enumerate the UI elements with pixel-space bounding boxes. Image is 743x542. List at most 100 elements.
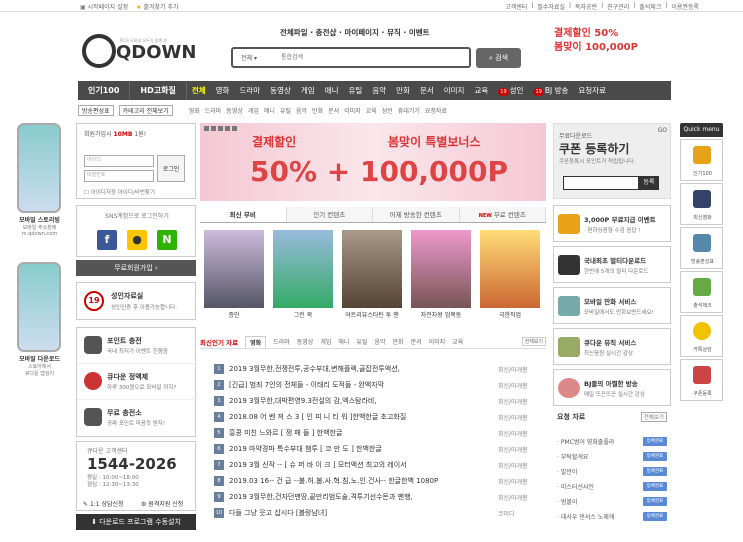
- id-field[interactable]: 아이디: [84, 155, 154, 167]
- search-button[interactable]: ⌕ 검색: [476, 48, 521, 68]
- request-item[interactable]: · 미스터선샤인 등록완료: [557, 479, 667, 493]
- quick-latest-movie[interactable]: 최신영화: [680, 183, 723, 225]
- list-item[interactable]: 6 2019 마약경파 특수부대 챔투 [ 코 만 도 ] 한백한글 최신/미개봉: [200, 441, 546, 457]
- coupon-go-button[interactable]: GO: [658, 127, 667, 134]
- nav-top100[interactable]: 인기100: [78, 85, 129, 96]
- subnav-item[interactable]: 동영상: [226, 106, 243, 115]
- nav-doc[interactable]: 문서: [415, 85, 439, 96]
- tab-popular[interactable]: 인기 컨텐츠: [286, 207, 373, 222]
- naver-icon[interactable]: N: [157, 230, 177, 250]
- slider-dots[interactable]: [204, 126, 237, 131]
- poster-item[interactable]: 자전차왕 엄복동: [411, 230, 471, 319]
- request-item[interactable]: · 범볼이 등록완료: [557, 494, 667, 508]
- reader-link[interactable]: 독자공란: [575, 2, 597, 11]
- nav-movie[interactable]: 영화: [211, 85, 235, 96]
- site-logo[interactable]: PC와 모바일 모두가 함께 큐 QDOWN: [82, 34, 196, 70]
- mobile-story-ad[interactable]: 모바일 스토리빙 모바일 주소창에 m.qdown.com: [12, 123, 67, 237]
- attendance-link[interactable]: 출석체크: [639, 2, 661, 11]
- subnav-item[interactable]: 유틸: [280, 106, 291, 115]
- list-item[interactable]: 10 다들 그냥 웃고 삽시다 [볼랑남녀] 코미디: [200, 505, 546, 521]
- promo-item[interactable]: 큐다운 뮤직 서비스 최신음원 실시간 감상: [553, 328, 671, 365]
- subnav-item[interactable]: 문서: [328, 106, 339, 115]
- customer-center-link[interactable]: 고객센터: [505, 2, 527, 11]
- nav-anime[interactable]: 애니: [320, 85, 344, 96]
- nav-request[interactable]: 요청자료: [573, 85, 611, 96]
- all-categories-button[interactable]: 카테고리 전체보기: [118, 104, 173, 116]
- promo-item[interactable]: 모바일 만화 서비스 모바일에서도 만화보면드세요!: [553, 287, 671, 324]
- promo-item[interactable]: 국내최초 멀티다운로드 한번에 5개의 멀티 다운로드: [553, 246, 671, 283]
- download-program-button[interactable]: ⬇ 다운로드 프로그램 수동설치: [76, 514, 196, 530]
- start-page-link[interactable]: ▣ 시작페이지 설정: [80, 2, 128, 11]
- search-category-select[interactable]: 전체 ▾: [233, 53, 273, 62]
- free-charge-link[interactable]: 무료 충전소 공짜 포인트 마음껏 받자!: [77, 400, 197, 436]
- nav-adult[interactable]: 19 성인: [493, 85, 528, 96]
- subnav-item[interactable]: 요청자료: [425, 106, 447, 115]
- join-button[interactable]: 무료회원가입 ›: [76, 260, 196, 276]
- nav-video[interactable]: 동영상: [265, 85, 296, 96]
- poster-item[interactable]: 그린 북: [273, 230, 333, 319]
- subnav-item[interactable]: 성인: [382, 106, 393, 115]
- coupon-input[interactable]: [563, 176, 639, 190]
- subnav-item[interactable]: 음악: [296, 106, 307, 115]
- point-charge-link[interactable]: 포인트 충전 국내 최저가 이벤트 진행중: [77, 328, 197, 364]
- request-item[interactable]: · 데사우 댄서스 노제캐 등록완료: [557, 509, 667, 523]
- subnav-item[interactable]: 영화: [189, 106, 200, 115]
- coupon-register-button[interactable]: 등록: [639, 176, 659, 190]
- promo-item[interactable]: 3,000P 무료지급 이벤트 · 편하싱콤형 수검 응답 !: [553, 205, 671, 242]
- nav-image[interactable]: 이미지: [439, 85, 470, 96]
- password-field[interactable]: 비밀번호: [84, 170, 154, 182]
- list-item[interactable]: 1 2019 3월무한,전쟁전투,공수부대,변해플렉,골잡전투액션, 최신/미개봉: [200, 361, 546, 377]
- required-files-link[interactable]: 필수자료실: [537, 2, 565, 11]
- bookmark-link[interactable]: ★ 즐겨찾기 추가: [136, 2, 178, 11]
- tab-yesterday[interactable]: 어제 방송한 컨텐츠: [373, 207, 460, 222]
- tab-free[interactable]: NEW 무료 컨텐츠: [459, 207, 546, 222]
- kakao-icon[interactable]: ●: [127, 230, 147, 250]
- rank-tab[interactable]: 게임: [320, 337, 331, 346]
- mobile-download-ad[interactable]: 모바일 다운로드 스토어에서 큐다운 앱검지: [12, 262, 67, 377]
- list-item[interactable]: 5 흥콩 미친 느와르 [ 쟁 패 들 ] 한백한글 최신/미개봉: [200, 425, 546, 441]
- poster-item[interactable]: 어트리뷰스타틴 투 맨: [342, 230, 402, 319]
- list-item[interactable]: 4 2018.08 어 벤 져 스 3 [ 인 피 니 티 워 ]한백한글 초고화…: [200, 409, 546, 425]
- search-input[interactable]: [273, 49, 469, 66]
- subnav-item[interactable]: 애니: [264, 106, 275, 115]
- nav-util[interactable]: 유틸: [344, 85, 368, 96]
- subnav-item[interactable]: 게임: [248, 106, 259, 115]
- subnav-item[interactable]: 이미지: [344, 106, 361, 115]
- nav-all[interactable]: 전체: [187, 85, 211, 96]
- nav-edu[interactable]: 교육: [469, 85, 493, 96]
- quick-top100[interactable]: 인기100: [680, 139, 723, 181]
- rank-tab[interactable]: 드라마: [273, 337, 290, 346]
- nav-drama[interactable]: 드라마: [234, 85, 265, 96]
- list-item[interactable]: 7 2019 3월 신작 -- [ 슈 퍼 바 이 크 ] 모터액션 최고의 레이…: [200, 457, 546, 473]
- request-item[interactable]: · 부탁할게요 등록완료: [557, 449, 667, 463]
- nav-game[interactable]: 게임: [296, 85, 320, 96]
- rank-tab[interactable]: 문서: [411, 337, 422, 346]
- subnav-item[interactable]: 만화: [312, 106, 323, 115]
- poster-item[interactable]: 증인: [204, 230, 264, 319]
- nav-comic[interactable]: 만화: [391, 85, 415, 96]
- remote-support-button[interactable]: ⚙ 원격지원 신청: [141, 499, 183, 508]
- request-more-button[interactable]: 전체보기: [640, 412, 667, 422]
- top-promo-banner[interactable]: 결제할인 50% 봄맞이 100,000P: [554, 27, 674, 67]
- promo-item[interactable]: BJ들의 아찔한 방송 매일 뜨끈뜨끈 실시간 감상: [553, 369, 671, 406]
- quick-kakao[interactable]: 카톡상담: [680, 315, 723, 357]
- subnav-item[interactable]: 휴대기기: [398, 106, 420, 115]
- save-id-checkbox[interactable]: ☐ 아이디저장 아이디/비번찾기: [84, 188, 155, 196]
- rank-tab[interactable]: 이미지: [429, 337, 446, 346]
- login-button[interactable]: 로그인: [157, 155, 185, 182]
- nav-music[interactable]: 음악: [367, 85, 391, 96]
- friends-link[interactable]: 친구관리: [607, 2, 629, 11]
- consult-button[interactable]: ✎ 1:1 상담신청: [83, 499, 124, 508]
- list-item[interactable]: 8 2019.03 16-- 건 급 --불.허.불.사.혁.침,노.인.건사--…: [200, 473, 546, 489]
- list-item[interactable]: 3 2019 3월무한,대박편영9.3전설의 감,엑스탐라비, 최신/미개봉: [200, 393, 546, 409]
- voucher-link[interactable]: 이용권등록: [671, 2, 699, 11]
- quick-attendance[interactable]: 출석체크: [680, 271, 723, 313]
- request-item[interactable]: · 발만이 등록완료: [557, 464, 667, 478]
- rank-tab[interactable]: 음악: [374, 337, 385, 346]
- quick-schedule[interactable]: 방송편성표: [680, 227, 723, 269]
- rank-more-button[interactable]: 전체보기: [521, 337, 546, 346]
- schedule-button[interactable]: 방송편성표: [78, 104, 114, 116]
- flat-rate-link[interactable]: 큐다운 정액제 하루 300원으로 모바일 까지?: [77, 364, 197, 400]
- nav-bj[interactable]: 19 BJ 방송: [528, 85, 573, 96]
- subnav-item[interactable]: 드라마: [205, 106, 222, 115]
